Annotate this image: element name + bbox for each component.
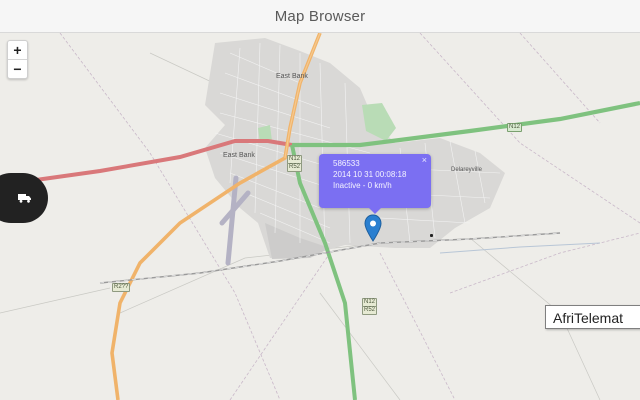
road-shield-n12-east: N12 <box>507 123 523 132</box>
truck-icon <box>18 194 31 203</box>
window-titlebar: Map Browser <box>0 0 640 33</box>
popup-status: Inactive - 0 km/h <box>333 181 392 190</box>
vehicle-list-toggle[interactable] <box>0 173 48 223</box>
map-point <box>430 234 433 237</box>
place-label-east-bank-2: East Bank <box>223 152 255 159</box>
zoom-out-button[interactable]: − <box>8 59 27 78</box>
road-shield-r52-south: R52 <box>362 306 378 315</box>
popup-timestamp: 2014 10 31 00:08:18 <box>333 170 407 179</box>
place-label-east-bank: East Bank <box>276 73 308 80</box>
map-tiles <box>0 33 640 400</box>
map-view[interactable]: + − East Bank East Bank Delareyville N12… <box>0 33 640 400</box>
hover-tooltip: AfriTelemat <box>545 305 640 329</box>
map-pin-icon[interactable] <box>364 214 382 242</box>
zoom-in-button[interactable]: + <box>8 41 27 59</box>
road-shield-r52: R52 <box>287 163 303 172</box>
popup-close-button[interactable]: × <box>422 155 427 166</box>
vehicle-popup[interactable]: × 586533 2014 10 31 00:08:18 Inactive - … <box>319 154 431 214</box>
window-title: Map Browser <box>274 7 366 25</box>
place-label-delareyville: Delareyville <box>451 167 483 173</box>
popup-vehicle-id: 586533 <box>333 159 360 168</box>
road-shield-regional: R2?? <box>112 283 131 292</box>
zoom-control: + − <box>7 40 28 79</box>
